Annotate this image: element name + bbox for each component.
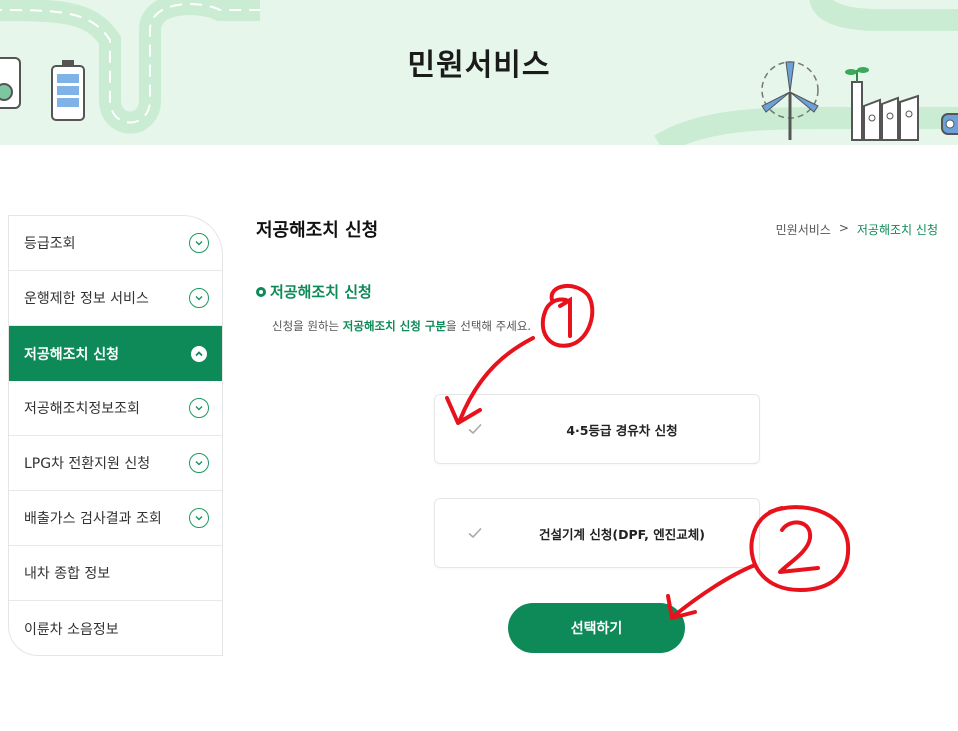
instruction-prefix: 신청을 원하는 (272, 319, 343, 333)
sidebar-item-label: 저공해조치정보조회 (24, 401, 140, 417)
circle-one-mark (540, 284, 595, 348)
sidebar-item-label: 저공해조치 신청 (24, 346, 120, 363)
bullet-circle-icon (256, 286, 266, 297)
page-title: 저공해조치 신청 (256, 220, 379, 241)
sidebar-item-label: 내차 종합 정보 (24, 566, 111, 582)
section-title: 저공해조치 신청 (256, 281, 372, 302)
sidebar-item-label: 이륜차 소음정보 (24, 621, 119, 638)
digit-two-stroke (778, 520, 820, 574)
sidebar-item-label: 등급조회 (24, 236, 76, 252)
option-label: 4·5등급 경유차 신청 (566, 422, 678, 438)
arrow-two-icon (673, 563, 757, 617)
chevron-down-icon (189, 398, 209, 418)
breadcrumb-separator: > (838, 221, 849, 235)
option-construction-machine[interactable]: 건설기계 신청(DPF, 엔진교체) (434, 498, 760, 568)
option-diesel-grade45[interactable]: 4·5등급 경유차 신청 (434, 394, 760, 464)
breadcrumb: 민원서비스 > 저공해조치 신청 (776, 221, 938, 238)
sidebar-item-motorcycle-noise[interactable]: 이륜차 소음정보 (9, 601, 222, 655)
option-label: 건설기계 신청(DPF, 엔진교체) (539, 526, 705, 542)
sidebar-item-restriction-info[interactable]: 운행제한 정보 서비스 (9, 271, 222, 326)
chevron-down-icon (189, 508, 209, 528)
chevron-down-icon (189, 288, 209, 308)
chevron-down-icon (189, 453, 209, 473)
checkmark-icon (468, 527, 482, 539)
sidebar-item-emission-test[interactable]: 배출가스 검사결과 조회 (9, 491, 222, 546)
digit-one-stroke (558, 296, 572, 338)
sidebar-item-label: LPG차 전환지원 신청 (24, 456, 151, 472)
breadcrumb-home-link[interactable]: 민원서비스 (776, 221, 831, 238)
section-title-text: 저공해조치 신청 (270, 283, 372, 301)
breadcrumb-current: 저공해조치 신청 (856, 223, 938, 237)
sidebar-item-lpg-conversion[interactable]: LPG차 전환지원 신청 (9, 436, 222, 491)
sidebar-item-low-emission-info[interactable]: 저공해조치정보조회 (9, 381, 222, 436)
select-button[interactable]: 선택하기 (508, 603, 685, 653)
circle-two-mark (749, 505, 851, 593)
instruction-suffix: 을 선택해 주세요. (446, 319, 532, 333)
sidebar-item-label: 운행제한 정보 서비스 (24, 291, 149, 307)
sidebar-item-low-emission-apply[interactable]: 저공해조치 신청 (9, 326, 222, 381)
header-banner: 민원서비스 (0, 0, 958, 145)
instruction-text: 신청을 원하는 저공해조치 신청 구분을 선택해 주세요. (272, 318, 531, 334)
checkmark-icon (468, 423, 482, 435)
sidebar-nav: 등급조회 운행제한 정보 서비스 저공해조치 신청 저공해조치정보조회 LPG차… (8, 215, 223, 656)
chevron-down-icon (189, 233, 209, 253)
page-header-title: 민원서비스 (407, 48, 551, 83)
sidebar-item-grade-lookup[interactable]: 등급조회 (9, 216, 222, 271)
chevron-up-icon (191, 345, 207, 362)
sidebar-item-my-car-info[interactable]: 내차 종합 정보 (9, 546, 222, 601)
sidebar-item-label: 배출가스 검사결과 조회 (24, 511, 162, 527)
instruction-highlight: 저공해조치 신청 구분 (342, 319, 447, 333)
